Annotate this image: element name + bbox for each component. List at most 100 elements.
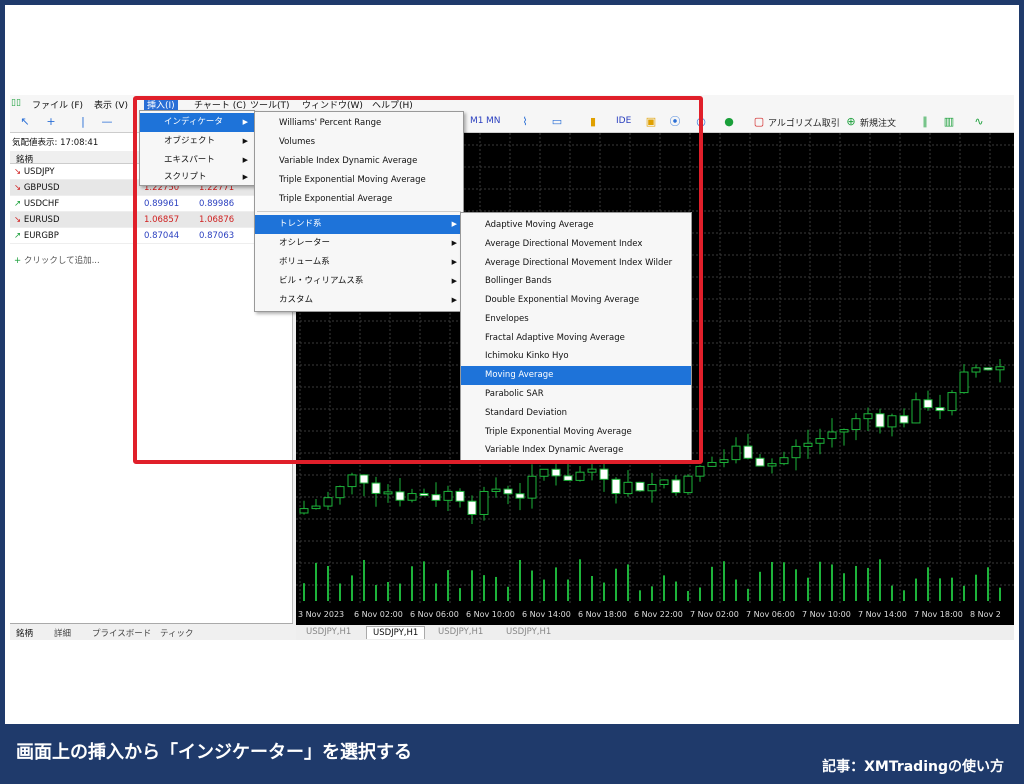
- tab-symbols[interactable]: 銘柄: [16, 627, 33, 639]
- candle-body: [695, 465, 705, 477]
- candle-body: [503, 488, 513, 495]
- quote-symbol: ↘ GBPUSD: [14, 183, 60, 193]
- candlesticks-icon[interactable]: ▥: [942, 115, 956, 129]
- candle-body: [515, 493, 525, 499]
- highlight-box: [133, 96, 703, 464]
- candle-body: [755, 457, 765, 467]
- chart-tab[interactable]: USDJPY,H1: [300, 626, 357, 639]
- x-tick-label: 6 Nov 18:00: [578, 610, 627, 619]
- candle-body: [431, 494, 441, 501]
- chart-tab-active[interactable]: USDJPY,H1: [366, 626, 426, 639]
- symbol-label: USDJPY: [23, 167, 55, 177]
- up-arrow-icon: ↗: [14, 231, 22, 241]
- market-watch-tabs: 銘柄 詳細 プライスボード ティック: [10, 623, 293, 640]
- candle-body: [323, 497, 333, 507]
- candle-body: [623, 481, 633, 495]
- plus-icon: +: [14, 256, 22, 266]
- candle-body: [851, 418, 861, 431]
- candle-body: [839, 429, 849, 433]
- x-tick-label: 3 Nov 2023: [298, 610, 344, 619]
- add-symbol-label: クリックして追加...: [23, 256, 100, 266]
- candle-body: [539, 468, 549, 477]
- candle-body: [779, 457, 789, 465]
- candle-body: [887, 415, 897, 428]
- candle-body: [395, 491, 405, 501]
- cursor-icon[interactable]: ↖: [18, 115, 32, 129]
- candle-body: [527, 475, 537, 499]
- chart-tab[interactable]: USDJPY,H1: [500, 626, 557, 639]
- candle-body: [983, 367, 993, 371]
- line-chart-icon[interactable]: ∿: [972, 115, 986, 129]
- horizontal-line-icon[interactable]: —: [100, 115, 114, 129]
- candle-body: [971, 367, 981, 373]
- candle-body: [563, 475, 573, 481]
- market-watch-time: 気配値表示: 17:08:41: [12, 138, 99, 148]
- candle-body: [371, 482, 381, 494]
- x-tick-label: 7 Nov 10:00: [802, 610, 851, 619]
- candle-body: [875, 413, 885, 428]
- candle-body: [611, 478, 621, 495]
- up-arrow-icon: ↗: [14, 199, 22, 209]
- new-order-button[interactable]: 新規注文: [860, 116, 896, 129]
- candle-body: [311, 505, 321, 510]
- x-tick-label: 6 Nov 06:00: [410, 610, 459, 619]
- candle-body: [719, 459, 729, 463]
- quote-symbol: ↗ USDCHF: [14, 199, 59, 209]
- candle-body: [647, 484, 657, 492]
- x-tick-label: 8 Nov 2: [970, 610, 1001, 619]
- candle-body: [335, 486, 345, 499]
- footer-title: 画面上の挿入から「インジケーター」を選択する: [16, 742, 412, 763]
- menu-file[interactable]: ファイル (F): [32, 98, 83, 111]
- candle-body: [347, 474, 357, 488]
- candle-body: [731, 445, 741, 461]
- footer-credit: 記事：XMTradingの使い方: [822, 759, 1004, 775]
- symbol-label: GBPUSD: [23, 183, 60, 193]
- candle-body: [959, 371, 969, 394]
- candle-body: [455, 490, 465, 502]
- candle-body: [479, 490, 489, 515]
- vertical-line-icon[interactable]: |: [76, 115, 90, 129]
- symbol-label: EURGBP: [23, 231, 59, 241]
- tab-details[interactable]: 詳細: [54, 627, 71, 639]
- candle-body: [947, 392, 957, 412]
- new-order-icon[interactable]: ⊕: [844, 115, 858, 129]
- candle-body: [443, 490, 453, 501]
- algo-trading-icon[interactable]: ▢: [752, 115, 766, 129]
- tab-price-board[interactable]: プライスボード: [92, 627, 151, 639]
- candle-body: [599, 468, 609, 480]
- chart-bars-icon[interactable]: ∥: [918, 115, 932, 129]
- candle-body: [635, 481, 645, 492]
- candle-body: [995, 366, 1005, 371]
- candle-body: [587, 468, 597, 473]
- quote-symbol: ↗ EURGBP: [14, 231, 59, 241]
- down-arrow-icon: ↘: [14, 215, 22, 225]
- x-tick-label: 6 Nov 14:00: [522, 610, 571, 619]
- candle-body: [671, 479, 681, 494]
- tab-ticks[interactable]: ティック: [160, 627, 194, 639]
- candle-body: [299, 508, 309, 514]
- candle-body: [683, 475, 693, 494]
- quote-symbol: ↘ USDJPY: [14, 167, 55, 177]
- candle-body: [923, 399, 933, 409]
- x-tick-label: 7 Nov 18:00: [914, 610, 963, 619]
- candle-body: [419, 493, 429, 497]
- candle-body: [491, 488, 501, 492]
- x-tick-label: 6 Nov 02:00: [354, 610, 403, 619]
- candle-body: [827, 431, 837, 440]
- candle-body: [359, 474, 369, 484]
- add-symbol-row[interactable]: + クリックして追加...: [14, 254, 100, 266]
- footer-banner: 画面上の挿入から「インジケーター」を選択する 記事：XMTradingの使い方: [0, 724, 1024, 784]
- vps-icon[interactable]: ●: [722, 115, 736, 129]
- x-tick-label: 7 Nov 06:00: [746, 610, 795, 619]
- chart-tab[interactable]: USDJPY,H1: [432, 626, 489, 639]
- algo-trading-button[interactable]: アルゴリズム取引: [768, 116, 840, 129]
- candle-body: [899, 415, 909, 424]
- candle-body: [551, 468, 561, 477]
- menu-view[interactable]: 表示 (V): [94, 98, 128, 111]
- candle-body: [707, 461, 717, 467]
- candle-body: [935, 407, 945, 412]
- chart-tabs: USDJPY,H1 USDJPY,H1 USDJPY,H1 USDJPY,H1: [296, 625, 1014, 640]
- quote-symbol: ↘ EURUSD: [14, 215, 60, 225]
- crosshair-icon[interactable]: +: [44, 115, 58, 129]
- app-icon: ▯▯: [11, 98, 21, 108]
